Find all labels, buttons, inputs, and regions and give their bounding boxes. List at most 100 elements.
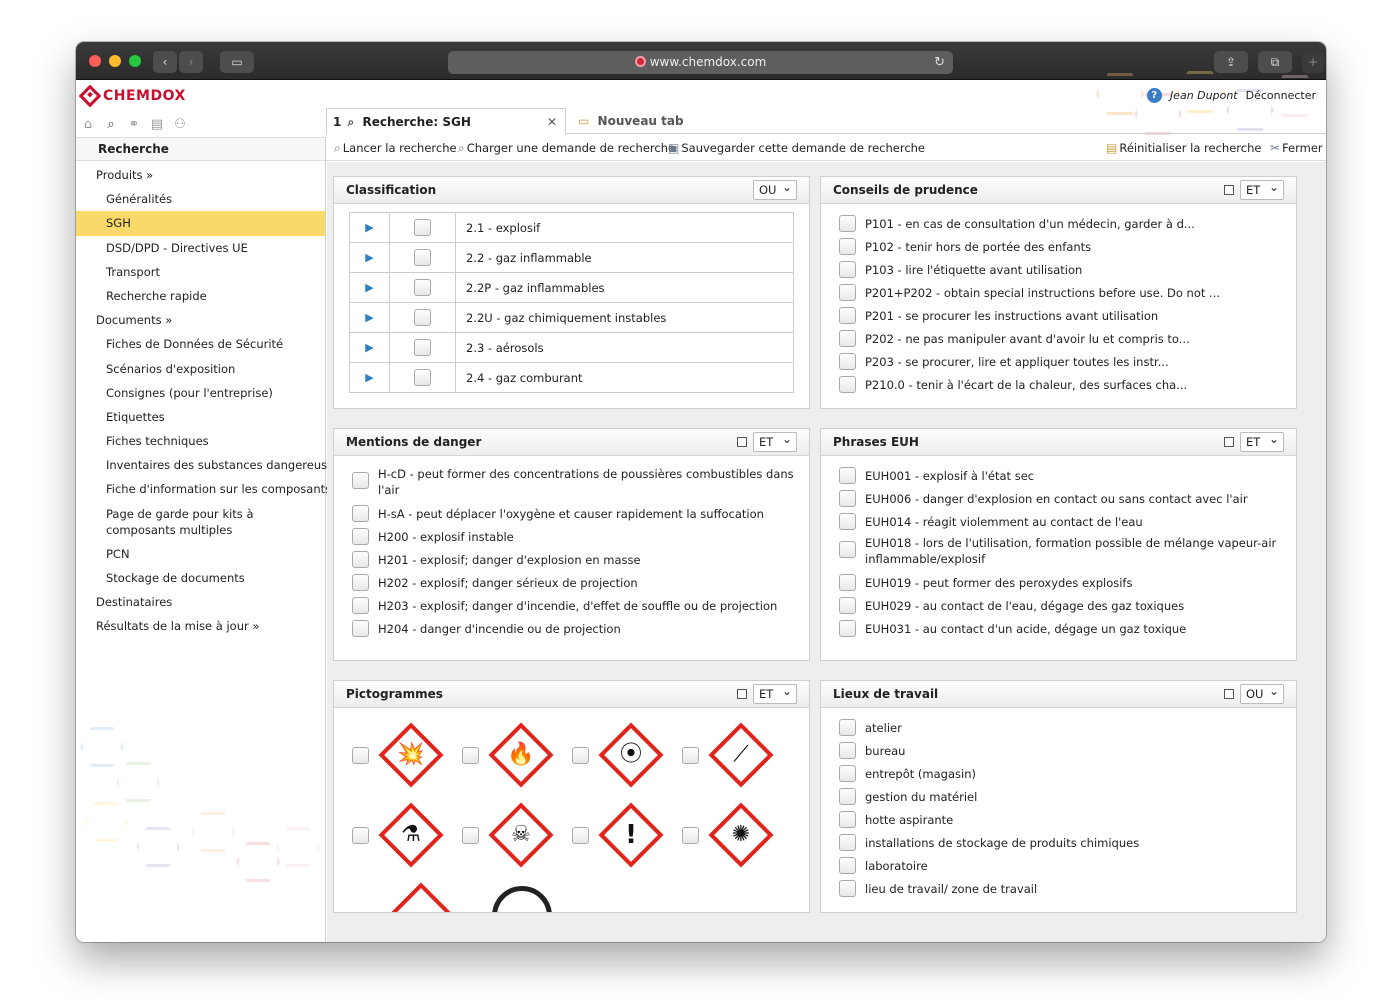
sidebar-item[interactable]: Généralités xyxy=(76,187,325,211)
item-checkbox[interactable] xyxy=(839,376,856,393)
item-checkbox[interactable] xyxy=(839,353,856,370)
item-checkbox[interactable] xyxy=(352,472,369,489)
sidebar-toggle-icon[interactable]: ▭ xyxy=(220,51,254,73)
row-checkbox[interactable] xyxy=(414,339,431,356)
sidebar-item[interactable]: Recherche rapide xyxy=(76,284,325,308)
help-icon[interactable]: ? xyxy=(1146,88,1162,103)
item-checkbox[interactable] xyxy=(352,528,369,545)
expand-arrow-icon[interactable]: ▶ xyxy=(350,243,390,272)
maximize-window-button[interactable] xyxy=(129,55,141,67)
sidebar-item[interactable]: Scénarios d'exposition xyxy=(76,357,325,381)
operator-select[interactable]: OU xyxy=(753,178,797,200)
sidebar-item[interactable]: Fiche d'information sur les composants xyxy=(76,477,331,501)
item-checkbox[interactable] xyxy=(839,513,856,530)
chemdox-logo[interactable]: CHEMDOX xyxy=(78,84,186,108)
item-checkbox[interactable] xyxy=(839,742,856,759)
row-checkbox[interactable] xyxy=(414,369,431,386)
item-checkbox[interactable] xyxy=(839,467,856,484)
row-checkbox[interactable] xyxy=(414,219,431,236)
sidebar-item[interactable]: SGH xyxy=(76,211,325,236)
sidebar-item[interactable]: Fiches techniques xyxy=(76,429,325,453)
row-checkbox[interactable] xyxy=(414,249,431,266)
item-checkbox[interactable] xyxy=(839,765,856,782)
pictogram-checkbox[interactable] xyxy=(462,826,479,844)
sidebar-item[interactable]: Documents » xyxy=(76,308,325,332)
select-all-checkbox[interactable] xyxy=(737,689,747,699)
operator-select[interactable]: ET xyxy=(1240,430,1284,452)
sidebar-item[interactable]: PCN xyxy=(76,542,325,566)
select-all-checkbox[interactable] xyxy=(1224,689,1234,699)
item-checkbox[interactable] xyxy=(352,597,369,614)
substances-icon[interactable]: ⚭ xyxy=(126,117,142,133)
item-checkbox[interactable] xyxy=(839,880,856,897)
pictogram-checkbox[interactable] xyxy=(572,826,589,844)
operator-select[interactable]: ET xyxy=(1240,178,1284,200)
close-tab-icon[interactable]: ✕ xyxy=(547,109,557,135)
item-checkbox[interactable] xyxy=(839,238,856,255)
item-checkbox[interactable] xyxy=(352,551,369,568)
expand-arrow-icon[interactable]: ▶ xyxy=(350,213,390,242)
item-checkbox[interactable] xyxy=(352,574,369,591)
row-checkbox[interactable] xyxy=(414,279,431,296)
item-checkbox[interactable] xyxy=(839,261,856,278)
item-checkbox[interactable] xyxy=(352,620,369,637)
sidebar-item[interactable]: Transport xyxy=(76,260,325,284)
minimize-window-button[interactable] xyxy=(109,55,121,67)
pictogram-checkbox[interactable] xyxy=(682,826,699,844)
item-checkbox[interactable] xyxy=(839,788,856,805)
sidebar-item[interactable]: Consignes (pour l'entreprise) xyxy=(76,381,325,405)
sidebar-item[interactable]: Produits » xyxy=(76,163,325,187)
launch-search-button[interactable]: ⌕ Lancer la recherche xyxy=(334,135,457,161)
share-icon[interactable]: ⇪ xyxy=(1214,51,1248,73)
users-icon[interactable]: ⚇ xyxy=(172,117,188,133)
close-search-button[interactable]: ✂ Fermer xyxy=(1270,135,1323,161)
expand-arrow-icon[interactable]: ▶ xyxy=(350,363,390,392)
select-all-checkbox[interactable] xyxy=(1224,185,1234,195)
sidebar-item[interactable]: Résultats de la mise à jour » xyxy=(76,614,325,638)
address-bar[interactable]: www.chemdox.com ↻ xyxy=(448,51,953,74)
item-checkbox[interactable] xyxy=(839,307,856,324)
logout-link[interactable]: Déconnecter xyxy=(1246,89,1316,102)
pictogram-checkbox[interactable] xyxy=(352,746,369,764)
expand-arrow-icon[interactable]: ▶ xyxy=(350,333,390,362)
pictogram-checkbox[interactable] xyxy=(572,746,589,764)
save-search-button[interactable]: ▣ Sauvegarder cette demande de recherche xyxy=(668,135,925,161)
sidebar-item[interactable]: Page de garde pour kits à composants mul… xyxy=(76,502,325,542)
reload-icon[interactable]: ↻ xyxy=(934,51,945,74)
sidebar-item[interactable]: Stockage de documents xyxy=(76,566,325,590)
operator-select[interactable]: ET xyxy=(753,682,797,704)
select-all-checkbox[interactable] xyxy=(1224,437,1234,447)
close-window-button[interactable] xyxy=(89,55,101,67)
back-button[interactable]: ‹ xyxy=(153,51,177,73)
item-checkbox[interactable] xyxy=(839,284,856,301)
item-checkbox[interactable] xyxy=(839,620,856,637)
load-search-button[interactable]: ⌕ Charger une demande de recherche xyxy=(458,135,675,161)
sidebar-item[interactable]: Fiches de Données de Sécurité xyxy=(76,332,325,356)
tab-new[interactable]: ▭ Nouveau tab xyxy=(572,108,692,135)
home-icon[interactable]: ⌂ xyxy=(80,117,96,133)
item-checkbox[interactable] xyxy=(839,719,856,736)
item-checkbox[interactable] xyxy=(839,857,856,874)
pictogram-checkbox[interactable] xyxy=(682,746,699,764)
search-icon[interactable]: ⌕ xyxy=(103,117,119,133)
pictogram-checkbox[interactable] xyxy=(462,746,479,764)
row-checkbox[interactable] xyxy=(414,309,431,326)
sidebar-item[interactable]: DSD/DPD - Directives UE xyxy=(76,236,325,260)
sidebar-item[interactable]: Etiquettes xyxy=(76,405,325,429)
item-checkbox[interactable] xyxy=(839,811,856,828)
item-checkbox[interactable] xyxy=(839,574,856,591)
item-checkbox[interactable] xyxy=(839,541,856,558)
expand-arrow-icon[interactable]: ▶ xyxy=(350,273,390,302)
sidebar-item[interactable]: Destinataires xyxy=(76,590,325,614)
tab-search-sgh[interactable]: 1 ⌕ Recherche: SGH ✕ xyxy=(326,108,566,135)
item-checkbox[interactable] xyxy=(839,330,856,347)
item-checkbox[interactable] xyxy=(352,505,369,522)
item-checkbox[interactable] xyxy=(839,834,856,851)
tabs-overview-icon[interactable]: ⧉ xyxy=(1258,51,1292,73)
item-checkbox[interactable] xyxy=(839,490,856,507)
operator-select[interactable]: OU xyxy=(1240,682,1284,704)
item-checkbox[interactable] xyxy=(839,597,856,614)
item-checkbox[interactable] xyxy=(839,215,856,232)
select-all-checkbox[interactable] xyxy=(737,437,747,447)
forward-button[interactable]: › xyxy=(179,51,203,73)
